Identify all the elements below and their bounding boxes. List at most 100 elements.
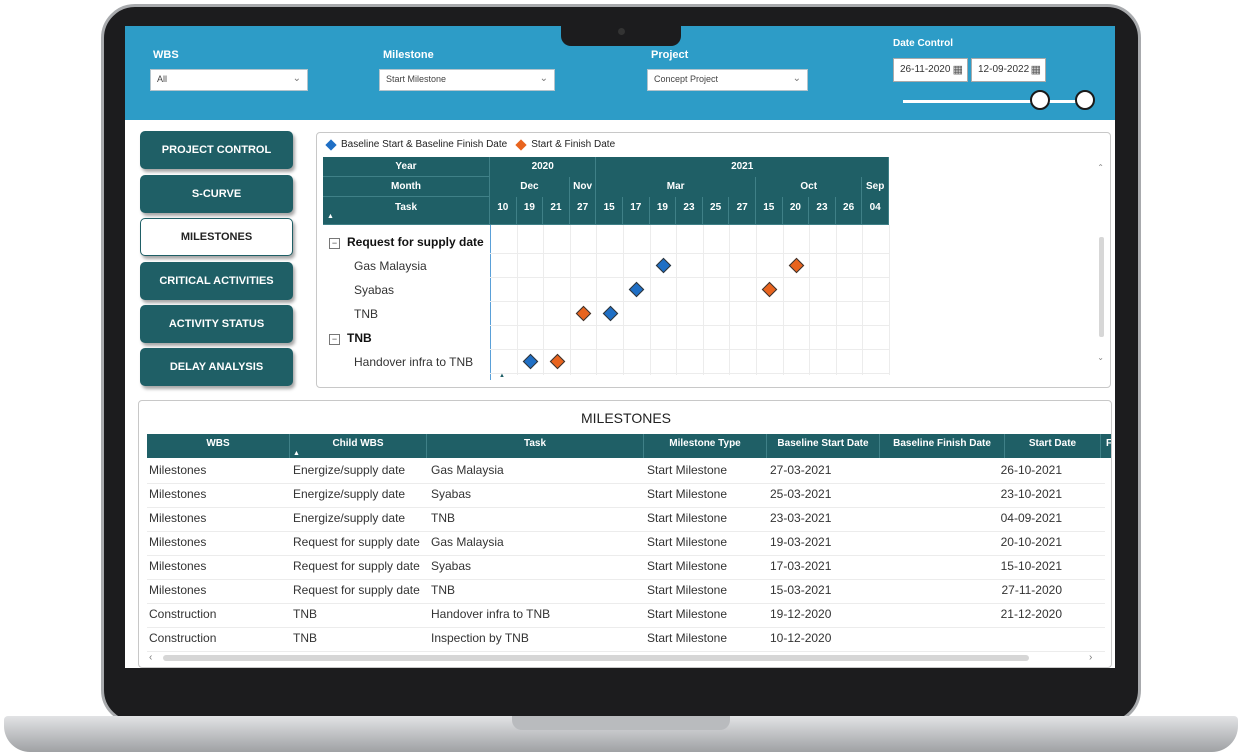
- table-cell: TNB: [293, 607, 317, 621]
- grid-horizontal-line: [490, 253, 889, 254]
- actual-milestone-marker[interactable]: [788, 257, 805, 274]
- baseline-milestone-marker[interactable]: [655, 257, 672, 274]
- column-header-milestone-type[interactable]: Milestone Type: [644, 434, 767, 458]
- start-date-input[interactable]: 26-11-2020 ▦: [893, 58, 968, 82]
- gantt-task-label: TNB: [354, 307, 378, 321]
- day-header: 27: [569, 197, 597, 225]
- baseline-milestone-marker[interactable]: [522, 353, 539, 370]
- wbs-dropdown-value: All: [157, 74, 168, 84]
- nav-button-milestones[interactable]: MILESTONES: [140, 218, 293, 256]
- table-cell: Milestones: [149, 535, 207, 549]
- scroll-right-icon[interactable]: ›: [1089, 652, 1092, 663]
- day-header: 23: [809, 197, 836, 225]
- column-header-fi[interactable]: Fi: [1101, 434, 1111, 458]
- grid-vertical-line: [889, 225, 890, 375]
- end-date-input[interactable]: 12-09-2022 ▦: [971, 58, 1046, 82]
- table-cell: Milestones: [149, 487, 207, 501]
- table-cell: 19-03-2021: [770, 535, 832, 549]
- column-header-wbs[interactable]: WBS: [147, 434, 290, 458]
- table-cell: TNB: [431, 583, 455, 597]
- grid-vertical-line: [676, 225, 678, 375]
- chevron-down-icon: ⌄: [792, 73, 801, 84]
- baseline-milestone-marker[interactable]: [629, 281, 645, 298]
- gantt-vertical-scrollbar[interactable]: [1099, 237, 1104, 337]
- date-range-slider-track[interactable]: [903, 100, 1093, 103]
- actual-milestone-marker[interactable]: [762, 281, 778, 298]
- table-cell: Milestones: [149, 559, 207, 573]
- table-cell: 23-10-2021: [1000, 487, 1062, 501]
- camera-icon: [618, 28, 625, 35]
- gantt-task-label: Gas Malaysia: [354, 259, 427, 273]
- grid-vertical-line: [862, 225, 864, 375]
- table-horizontal-scrollbar[interactable]: [163, 655, 1029, 661]
- column-header-baseline-finish-date[interactable]: Baseline Finish Date: [880, 434, 1005, 458]
- table-cell: TNB: [293, 631, 317, 645]
- grid-vertical-line: [729, 225, 731, 375]
- milestone-dropdown-value: Start Milestone: [386, 74, 447, 84]
- nav-button-project-control[interactable]: PROJECT CONTROL: [140, 131, 293, 169]
- day-header: 04: [862, 197, 889, 225]
- grid-vertical-line: [569, 225, 571, 375]
- column-header-task[interactable]: Task: [427, 434, 644, 458]
- date-slider-start-handle[interactable]: [1029, 90, 1050, 110]
- header-year-label: Year: [323, 157, 490, 177]
- baseline-legend-marker-icon: [325, 138, 337, 151]
- calendar-icon[interactable]: ▦: [1031, 63, 1041, 76]
- actual-milestone-marker[interactable]: [575, 305, 592, 322]
- sort-asc-icon[interactable]: ▲: [327, 213, 334, 220]
- nav-button-delay-analysis[interactable]: DELAY ANALYSIS: [140, 348, 293, 386]
- nav-button-s-curve[interactable]: S-CURVE: [140, 175, 293, 213]
- table-title: MILESTONES: [581, 410, 671, 426]
- grid-horizontal-line: [490, 325, 889, 326]
- nav-button-critical-activities[interactable]: CRITICAL ACTIVITIES: [140, 262, 293, 300]
- table-cell: Start Milestone: [647, 631, 728, 645]
- table-cell: Start Milestone: [647, 559, 728, 573]
- table-cell: 15-03-2021: [770, 583, 832, 597]
- table-cell: TNB: [431, 511, 455, 525]
- table-cell: Syabas: [431, 487, 472, 501]
- table-cell: 04-09-2021: [1000, 511, 1062, 525]
- actual-milestone-marker[interactable]: [549, 353, 565, 370]
- day-header: 19: [649, 197, 677, 225]
- milestone-dropdown[interactable]: Start Milestone ⌄: [379, 69, 555, 91]
- table-cell: 10-12-2020: [770, 631, 832, 645]
- day-header: 25: [702, 197, 730, 225]
- table-row-divider: [147, 627, 1105, 628]
- table-cell: 23-03-2021: [770, 511, 832, 525]
- sort-asc-icon[interactable]: ▲: [293, 450, 300, 457]
- scroll-down-icon[interactable]: ⌄: [1097, 353, 1104, 362]
- date-slider-end-handle[interactable]: [1075, 90, 1095, 110]
- gantt-group-label[interactable]: Request for supply date: [347, 235, 484, 249]
- table-cell: Gas Malaysia: [431, 535, 504, 549]
- table-cell: Request for supply date: [293, 535, 420, 549]
- table-row-divider: [147, 579, 1105, 580]
- table-cell: 27-11-2020: [1001, 583, 1063, 597]
- month-header-oct: Oct: [756, 177, 863, 198]
- start-date-value: 26-11-2020: [900, 64, 951, 75]
- scroll-left-icon[interactable]: ‹: [149, 652, 152, 663]
- milestone-filter-label: Milestone: [383, 49, 434, 61]
- table-cell: Syabas: [431, 559, 472, 573]
- chevron-down-icon: ⌄: [539, 73, 548, 84]
- column-header-child-wbs[interactable]: Child WBS: [290, 434, 427, 458]
- nav-button-activity-status[interactable]: ACTIVITY STATUS: [140, 305, 293, 343]
- table-cell: 21-12-2020: [1000, 607, 1062, 621]
- table-cell: 26-10-2021: [1000, 463, 1062, 477]
- collapse-icon[interactable]: −: [329, 238, 340, 249]
- project-dropdown[interactable]: Concept Project ⌄: [647, 69, 808, 91]
- grid-vertical-line: [702, 225, 704, 375]
- baseline-milestone-marker[interactable]: [602, 305, 618, 322]
- calendar-icon[interactable]: ▦: [953, 63, 963, 76]
- year-header-2020: 2020: [490, 157, 597, 178]
- grid-vertical-line: [623, 225, 624, 375]
- column-header-baseline-start-date[interactable]: Baseline Start Date: [767, 434, 880, 458]
- collapse-icon[interactable]: −: [329, 334, 340, 345]
- scroll-up-icon[interactable]: ⌃: [1097, 163, 1104, 172]
- wbs-dropdown[interactable]: All ⌄: [150, 69, 308, 91]
- day-header: 23: [676, 197, 703, 225]
- gantt-group-label[interactable]: TNB: [347, 331, 372, 345]
- grid-vertical-line: [782, 225, 784, 375]
- column-header-start-date[interactable]: Start Date: [1005, 434, 1101, 458]
- grid-vertical-line: [649, 225, 651, 375]
- grid-horizontal-line: [490, 277, 889, 278]
